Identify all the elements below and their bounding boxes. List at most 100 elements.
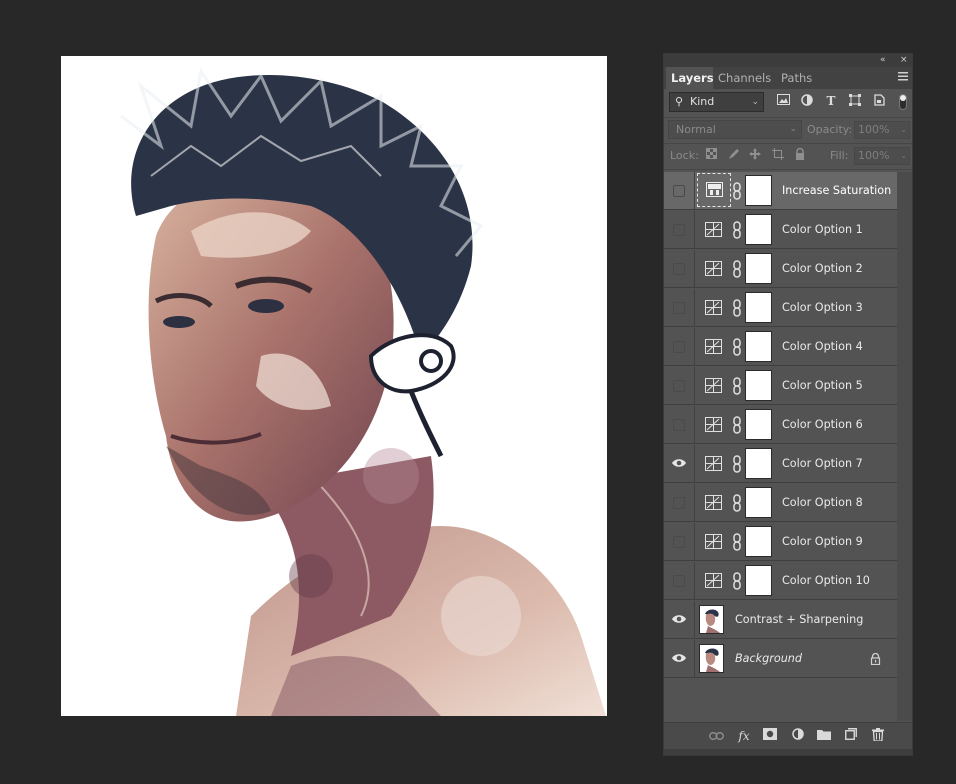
- layer-mask-thumbnail[interactable]: [745, 370, 772, 401]
- lock-image-icon[interactable]: [727, 148, 740, 161]
- blend-mode-select[interactable]: Normal ⌄: [668, 120, 802, 139]
- lock-transparent-icon[interactable]: [705, 148, 718, 161]
- selective-color-icon[interactable]: [705, 573, 722, 588]
- layer-row-color-option-5[interactable]: Color Option 5: [664, 367, 897, 405]
- type-filter-icon[interactable]: T: [824, 94, 838, 108]
- close-panel-button[interactable]: ×: [900, 55, 908, 66]
- adjustment-layer-icon[interactable]: [790, 728, 806, 744]
- layer-mask-thumbnail[interactable]: [745, 526, 772, 557]
- pixel-filter-icon[interactable]: [776, 94, 790, 108]
- adjustment-filter-icon[interactable]: [800, 94, 814, 108]
- lock-position-icon[interactable]: [748, 148, 761, 161]
- layer-name[interactable]: Color Option 10: [782, 562, 870, 600]
- filter-toggle-switch[interactable]: [899, 94, 907, 110]
- link-chain-icon[interactable]: [732, 221, 742, 239]
- layer-row-contrast-sharpening[interactable]: Contrast + Sharpening: [664, 601, 897, 639]
- link-layers-icon[interactable]: [708, 728, 724, 744]
- layer-mask-thumbnail[interactable]: [745, 409, 772, 440]
- tab-channels[interactable]: Channels: [713, 67, 776, 89]
- visibility-toggle[interactable]: [664, 172, 695, 210]
- layer-row-color-option-7[interactable]: Color Option 7: [664, 445, 897, 483]
- link-chain-icon[interactable]: [732, 494, 742, 512]
- layer-row-color-option-9[interactable]: Color Option 9: [664, 523, 897, 561]
- visibility-toggle[interactable]: [664, 289, 695, 327]
- visibility-toggle[interactable]: [664, 328, 695, 366]
- selective-color-icon[interactable]: [705, 300, 722, 315]
- selective-color-icon[interactable]: [705, 456, 722, 471]
- selective-color-icon[interactable]: [705, 261, 722, 276]
- layer-row-color-option-2[interactable]: Color Option 2: [664, 250, 897, 288]
- tab-layers[interactable]: Layers: [666, 67, 714, 89]
- visibility-toggle[interactable]: [664, 562, 695, 600]
- layer-row-color-option-1[interactable]: Color Option 1: [664, 211, 897, 249]
- smart-object-filter-icon[interactable]: [872, 94, 886, 108]
- layer-row-background[interactable]: Background: [664, 640, 897, 678]
- delete-layer-icon[interactable]: [870, 728, 886, 744]
- selective-color-icon[interactable]: [705, 222, 722, 237]
- layer-mask-thumbnail[interactable]: [745, 214, 772, 245]
- layer-style-icon[interactable]: fx: [736, 728, 752, 744]
- tab-paths[interactable]: Paths: [776, 67, 817, 89]
- link-chain-icon[interactable]: [732, 260, 742, 278]
- layer-name[interactable]: Color Option 1: [782, 211, 863, 249]
- layer-row-color-option-10[interactable]: Color Option 10: [664, 562, 897, 600]
- layer-row-increase-saturation[interactable]: Increase Saturation: [664, 172, 897, 210]
- visibility-toggle[interactable]: [664, 484, 695, 522]
- new-group-icon[interactable]: [816, 728, 832, 744]
- lock-all-icon[interactable]: [793, 147, 806, 161]
- layer-name[interactable]: Background: [735, 640, 802, 678]
- layer-row-color-option-3[interactable]: Color Option 3: [664, 289, 897, 327]
- layer-mask-thumbnail[interactable]: [745, 487, 772, 518]
- lock-artboard-icon[interactable]: [771, 148, 784, 161]
- visibility-toggle[interactable]: [664, 523, 695, 561]
- filter-kind-select[interactable]: ⚲ Kind ⌄: [669, 92, 764, 112]
- shape-filter-icon[interactable]: [848, 94, 862, 108]
- selective-color-icon[interactable]: [705, 495, 722, 510]
- layer-name[interactable]: Increase Saturation: [782, 172, 891, 210]
- add-mask-icon[interactable]: [762, 728, 778, 744]
- collapse-panel-button[interactable]: «: [880, 55, 886, 66]
- layer-mask-thumbnail[interactable]: [745, 331, 772, 362]
- selective-color-icon[interactable]: [705, 378, 722, 393]
- layer-name[interactable]: Contrast + Sharpening: [735, 601, 863, 639]
- layer-name[interactable]: Color Option 4: [782, 328, 863, 366]
- layer-mask-thumbnail[interactable]: [745, 175, 772, 206]
- opacity-field[interactable]: 100% ⌄: [854, 121, 910, 139]
- layer-name[interactable]: Color Option 7: [782, 445, 863, 483]
- layer-row-color-option-8[interactable]: Color Option 8: [664, 484, 897, 522]
- visibility-toggle[interactable]: [664, 640, 695, 678]
- fill-field[interactable]: 100% ⌄: [854, 147, 910, 165]
- visibility-toggle[interactable]: [664, 601, 695, 639]
- adjustment-thumbnail[interactable]: [697, 173, 731, 207]
- link-chain-icon[interactable]: [732, 533, 742, 551]
- layer-mask-thumbnail[interactable]: [745, 448, 772, 479]
- link-chain-icon[interactable]: [732, 182, 742, 200]
- visibility-toggle[interactable]: [664, 406, 695, 444]
- layer-name[interactable]: Color Option 8: [782, 484, 863, 522]
- layer-mask-thumbnail[interactable]: [745, 253, 772, 284]
- selective-color-icon[interactable]: [705, 534, 722, 549]
- layer-mask-thumbnail[interactable]: [745, 565, 772, 596]
- layer-image-thumbnail[interactable]: [699, 644, 724, 673]
- visibility-toggle[interactable]: [664, 250, 695, 288]
- link-chain-icon[interactable]: [732, 338, 742, 356]
- layer-mask-thumbnail[interactable]: [745, 292, 772, 323]
- layer-name[interactable]: Color Option 6: [782, 406, 863, 444]
- link-chain-icon[interactable]: [732, 416, 742, 434]
- layer-name[interactable]: Color Option 3: [782, 289, 863, 327]
- layer-row-color-option-6[interactable]: Color Option 6: [664, 406, 897, 444]
- layer-row-color-option-4[interactable]: Color Option 4: [664, 328, 897, 366]
- layers-scrollbar[interactable]: [897, 172, 912, 721]
- visibility-toggle[interactable]: [664, 211, 695, 249]
- selective-color-icon[interactable]: [705, 339, 722, 354]
- layer-name[interactable]: Color Option 9: [782, 523, 863, 561]
- panel-resize-grip[interactable]: [664, 749, 912, 755]
- panel-menu-icon[interactable]: [898, 70, 908, 84]
- link-chain-icon[interactable]: [732, 377, 742, 395]
- visibility-toggle[interactable]: [664, 445, 695, 483]
- visibility-toggle[interactable]: [664, 367, 695, 405]
- document-canvas[interactable]: [61, 56, 607, 716]
- layer-name[interactable]: Color Option 5: [782, 367, 863, 405]
- link-chain-icon[interactable]: [732, 572, 742, 590]
- layer-name[interactable]: Color Option 2: [782, 250, 863, 288]
